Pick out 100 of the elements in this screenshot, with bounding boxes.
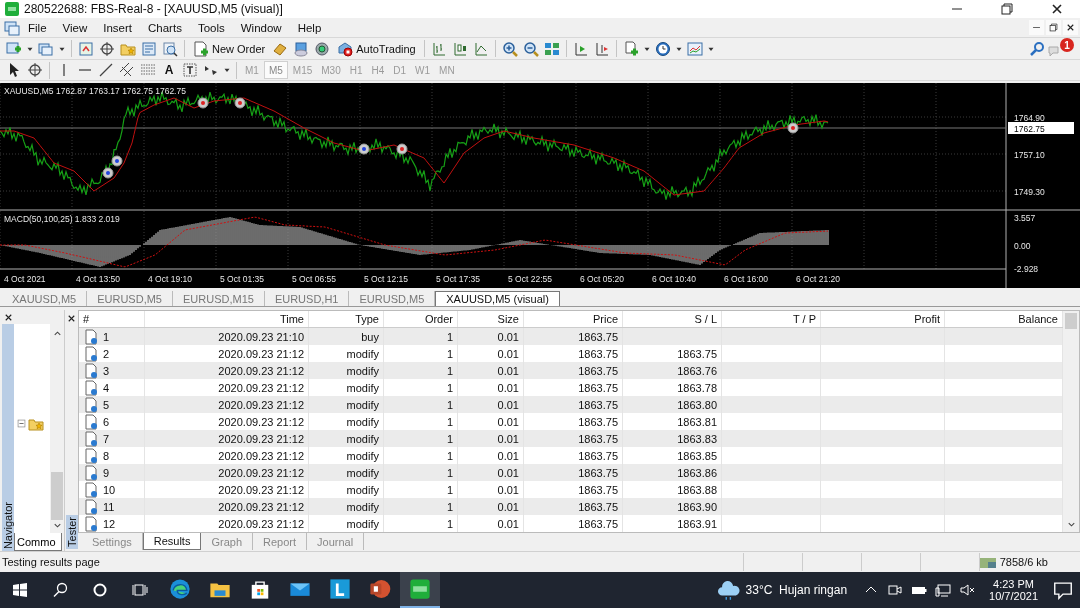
column-header[interactable]: T / P <box>721 311 821 328</box>
table-cell: 2020.09.23 21:12 <box>218 517 304 530</box>
scrollbar-thumb[interactable] <box>51 472 63 520</box>
table-cell: 0.01 <box>497 432 519 445</box>
column-header[interactable]: Time <box>144 311 309 328</box>
table-cell: 1 <box>446 398 453 411</box>
notification-icon[interactable] <box>1052 579 1074 601</box>
document-icon <box>83 498 99 515</box>
network-icon[interactable] <box>935 582 952 598</box>
table-cell: 2020.09.23 21:12 <box>218 364 304 377</box>
tester-icon <box>162 40 178 57</box>
meet-icon[interactable] <box>887 582 904 598</box>
time-label: 4 Oct 19:10 <box>148 274 192 284</box>
weather-text[interactable]: 33°C Hujan ringan <box>745 583 848 597</box>
text-tool[interactable]: A <box>159 60 179 80</box>
market-watch-button[interactable] <box>76 39 96 58</box>
app-logo-icon <box>4 1 20 17</box>
table-cell: 1863.91 <box>677 517 717 530</box>
horizontal-line-icon <box>78 68 92 72</box>
document-icon <box>83 328 99 345</box>
templates-icon <box>686 40 703 57</box>
column-header[interactable]: Size <box>457 311 524 328</box>
table-cell: modify <box>346 483 379 496</box>
table-cell: 1 <box>446 415 453 428</box>
taskbar-search-icon <box>52 582 68 598</box>
menu-item[interactable]: View <box>54 21 96 34</box>
table-cell: 2020.09.23 21:10 <box>218 330 304 343</box>
close-icon[interactable] <box>66 313 77 324</box>
time-label: 5 Oct 06:55 <box>292 274 336 284</box>
menu-item[interactable]: Insert <box>95 21 140 34</box>
scrollbar[interactable] <box>1063 311 1079 533</box>
table-cell: 2020.09.23 21:12 <box>218 347 304 360</box>
chart-tab[interactable]: XAUUSD,M5 (visual) <box>435 291 560 306</box>
clock-time[interactable]: 4:23 PM <box>993 578 1034 590</box>
edge-icon <box>169 578 191 600</box>
new-chart-icon <box>6 40 22 57</box>
crosshair-button[interactable] <box>97 39 117 58</box>
table-cell: 6 <box>103 415 110 428</box>
tester-title[interactable]: Tester <box>65 515 78 549</box>
label-tool[interactable] <box>180 60 200 80</box>
menu-item[interactable]: Help <box>289 21 330 34</box>
speaker-muted-icon[interactable] <box>959 582 976 598</box>
table-cell: 4 <box>103 381 110 394</box>
table-cell: 7 <box>103 432 110 445</box>
restore-icon <box>1048 22 1059 33</box>
time-label: 5 Oct 01:35 <box>220 274 264 284</box>
table-cell: 10 <box>103 483 116 496</box>
document-icon <box>83 345 99 362</box>
table-cell: 1 <box>446 381 453 394</box>
column-header[interactable]: Profit <box>820 311 945 328</box>
menu-item[interactable]: Tools <box>189 21 233 34</box>
column-header[interactable]: Price <box>523 311 623 328</box>
collapse-icon[interactable] <box>16 418 27 430</box>
time-label: 5 Oct 22:55 <box>508 274 552 284</box>
autotrading-icon <box>337 40 354 57</box>
table-cell: 1863.83 <box>677 432 717 445</box>
column-header[interactable]: Balance <box>944 311 1063 328</box>
tester-button[interactable] <box>160 39 180 58</box>
time-label: 6 Oct 21:20 <box>796 274 840 284</box>
price-tick: 1749.30 <box>1014 187 1045 197</box>
tester-tab[interactable]: Results <box>142 533 202 551</box>
time-label: 5 Oct 12:15 <box>364 274 408 284</box>
restore-button[interactable] <box>1046 20 1061 35</box>
menu-item[interactable]: File <box>20 21 55 34</box>
timeframe-button[interactable]: M5 <box>263 61 288 79</box>
clock-date[interactable]: 10/7/2021 <box>989 590 1038 602</box>
menu-item[interactable]: Charts <box>140 21 190 34</box>
price-tick: 1757.10 <box>1014 150 1045 160</box>
column-header[interactable]: Order <box>383 311 458 328</box>
scrollbar-thumb[interactable] <box>1065 313 1077 329</box>
table-cell: 1 <box>103 330 110 343</box>
column-header[interactable]: Type <box>308 311 384 328</box>
time-label: 6 Oct 10:40 <box>652 274 696 284</box>
column-header[interactable]: S / L <box>622 311 722 328</box>
table-cell: 1 <box>446 330 453 343</box>
table-cell: 3 <box>103 364 110 377</box>
time-label: 5 Oct 17:35 <box>436 274 480 284</box>
table-cell: 1863.75 <box>578 398 618 411</box>
table-cell: 1 <box>446 500 453 513</box>
autotrading-button[interactable]: AutoTrading <box>333 39 420 58</box>
close-button[interactable] <box>1063 20 1078 35</box>
search-icon <box>1029 40 1045 57</box>
price-tick: 1764.90 <box>1014 113 1045 123</box>
navigator-tab[interactable]: Commo <box>14 533 62 551</box>
minimize-button[interactable] <box>1029 20 1044 35</box>
menu-item[interactable]: Window <box>232 21 290 34</box>
table-cell: modify <box>346 364 379 377</box>
table-cell: modify <box>346 381 379 394</box>
table-cell: 2020.09.23 21:12 <box>218 432 304 445</box>
table-cell: 1863.81 <box>677 415 717 428</box>
table-cell: 1863.75 <box>578 517 618 530</box>
new-order-button[interactable]: New Order <box>189 39 270 58</box>
table-cell: 5 <box>103 398 110 411</box>
weather-icon[interactable] <box>717 579 740 601</box>
table-cell: 1863.86 <box>677 466 717 479</box>
trading-app-button[interactable] <box>400 572 440 608</box>
crosshair-tool[interactable] <box>25 60 45 80</box>
table-cell: 8 <box>103 449 110 462</box>
table-cell: 1 <box>446 347 453 360</box>
table-cell: modify <box>346 517 379 530</box>
